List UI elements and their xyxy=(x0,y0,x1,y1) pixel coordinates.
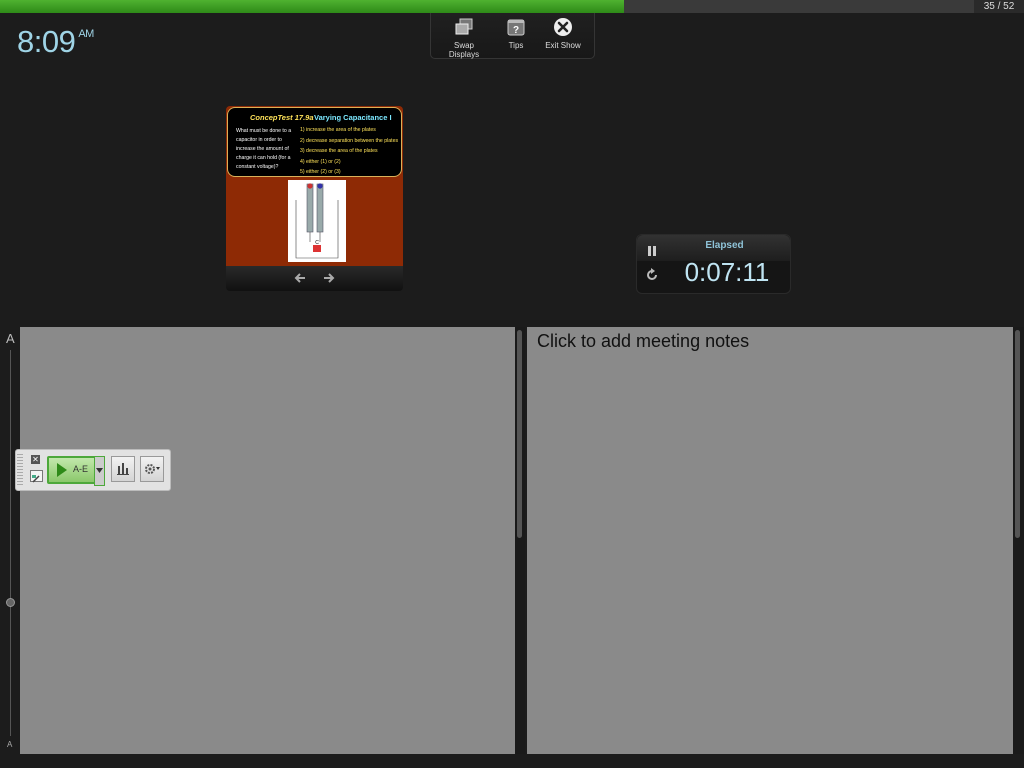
drag-handle[interactable] xyxy=(17,454,23,485)
gear-icon xyxy=(145,464,160,474)
exit-show-label: Exit Show xyxy=(545,41,581,50)
close-icon: ✕ xyxy=(32,455,39,464)
swap-displays-icon xyxy=(454,17,474,37)
close-poll-button[interactable]: ✕ xyxy=(31,455,40,464)
font-slider-track[interactable] xyxy=(10,350,11,736)
reset-icon xyxy=(647,268,657,280)
meeting-notes-pane[interactable] xyxy=(527,327,1013,754)
previous-slide-button[interactable] xyxy=(294,271,308,285)
close-icon xyxy=(553,17,573,37)
slide-thumbnail[interactable]: ConcepTest 17.9a Varying Capacitance I W… xyxy=(226,106,403,266)
swap-displays-label: Swap Displays xyxy=(448,41,480,59)
elapsed-timer: Elapsed 0:07:11 xyxy=(636,234,791,294)
tips-button[interactable]: ? Tips xyxy=(501,17,531,50)
poll-settings-button[interactable] xyxy=(140,456,164,482)
edit-poll-button[interactable] xyxy=(30,470,43,483)
arrow-right-icon xyxy=(324,273,335,283)
presenter-notes-pane[interactable] xyxy=(20,327,515,754)
meeting-notes-scroll-thumb[interactable] xyxy=(1015,330,1020,538)
poll-options-dropdown[interactable] xyxy=(94,456,105,486)
font-slider-thumb[interactable] xyxy=(6,598,15,607)
svg-text:?: ? xyxy=(513,25,519,36)
slide-option: 1) increase the area of the plates xyxy=(300,127,376,133)
pause-icon xyxy=(648,246,656,256)
slide-question: What must be done to a capacitor in orde… xyxy=(236,128,292,170)
slide-option: 5) either (2) or (3) xyxy=(300,169,341,175)
progress-fill xyxy=(0,0,625,13)
slide-option: 3) decrease the area of the plates xyxy=(300,148,378,154)
font-size-small-label: A xyxy=(7,740,13,749)
slide-option: 2) decrease separation between the plate… xyxy=(300,138,399,144)
bar-chart-icon xyxy=(117,463,129,475)
slide-option: 4) either (1) or (2) xyxy=(300,159,341,165)
pause-timer-button[interactable] xyxy=(645,244,659,258)
capacitor-diagram: C xyxy=(288,180,346,262)
polling-toolbar: ✕ A-E xyxy=(15,449,171,491)
svg-text:C: C xyxy=(315,240,319,246)
clock-ampm: AM xyxy=(78,28,94,40)
edit-icon xyxy=(32,475,40,483)
presenter-notes-scroll-thumb[interactable] xyxy=(517,330,522,538)
elapsed-time: 0:07:11 xyxy=(684,257,770,287)
slide-title-number: ConcepTest 17.9a xyxy=(250,113,314,122)
chevron-down-icon xyxy=(96,468,103,473)
start-poll-button[interactable]: A-E xyxy=(47,456,97,484)
next-slide-button[interactable] xyxy=(321,271,335,285)
clock-time: 8:09 xyxy=(17,24,76,59)
current-time: 8:09 AM xyxy=(17,24,94,60)
slide-title-topic: Varying Capacitance I xyxy=(314,113,392,122)
slide-header: ConcepTest 17.9a Varying Capacitance I W… xyxy=(227,107,402,177)
font-size-large-label: A xyxy=(6,331,15,346)
slide-navigation xyxy=(226,266,403,291)
current-slide-preview: ConcepTest 17.9a Varying Capacitance I W… xyxy=(226,106,403,291)
presenter-toolbar: Swap Displays ? Tips Exit Show xyxy=(430,13,595,59)
meeting-notes-placeholder[interactable]: Click to add meeting notes xyxy=(537,331,749,352)
show-results-button[interactable] xyxy=(111,456,135,482)
arrow-left-icon xyxy=(294,273,305,283)
exit-show-button[interactable]: Exit Show xyxy=(543,17,583,50)
slide-counter: 35 / 52 xyxy=(974,0,1024,13)
poll-choices-label: A-E xyxy=(73,464,89,474)
elapsed-label: Elapsed xyxy=(705,240,744,251)
reset-timer-button[interactable] xyxy=(645,268,659,282)
tips-icon: ? xyxy=(506,17,526,37)
tips-label: Tips xyxy=(508,41,524,50)
play-icon xyxy=(57,463,67,477)
progress-bar xyxy=(0,0,974,13)
swap-displays-button[interactable]: Swap Displays xyxy=(439,17,489,59)
